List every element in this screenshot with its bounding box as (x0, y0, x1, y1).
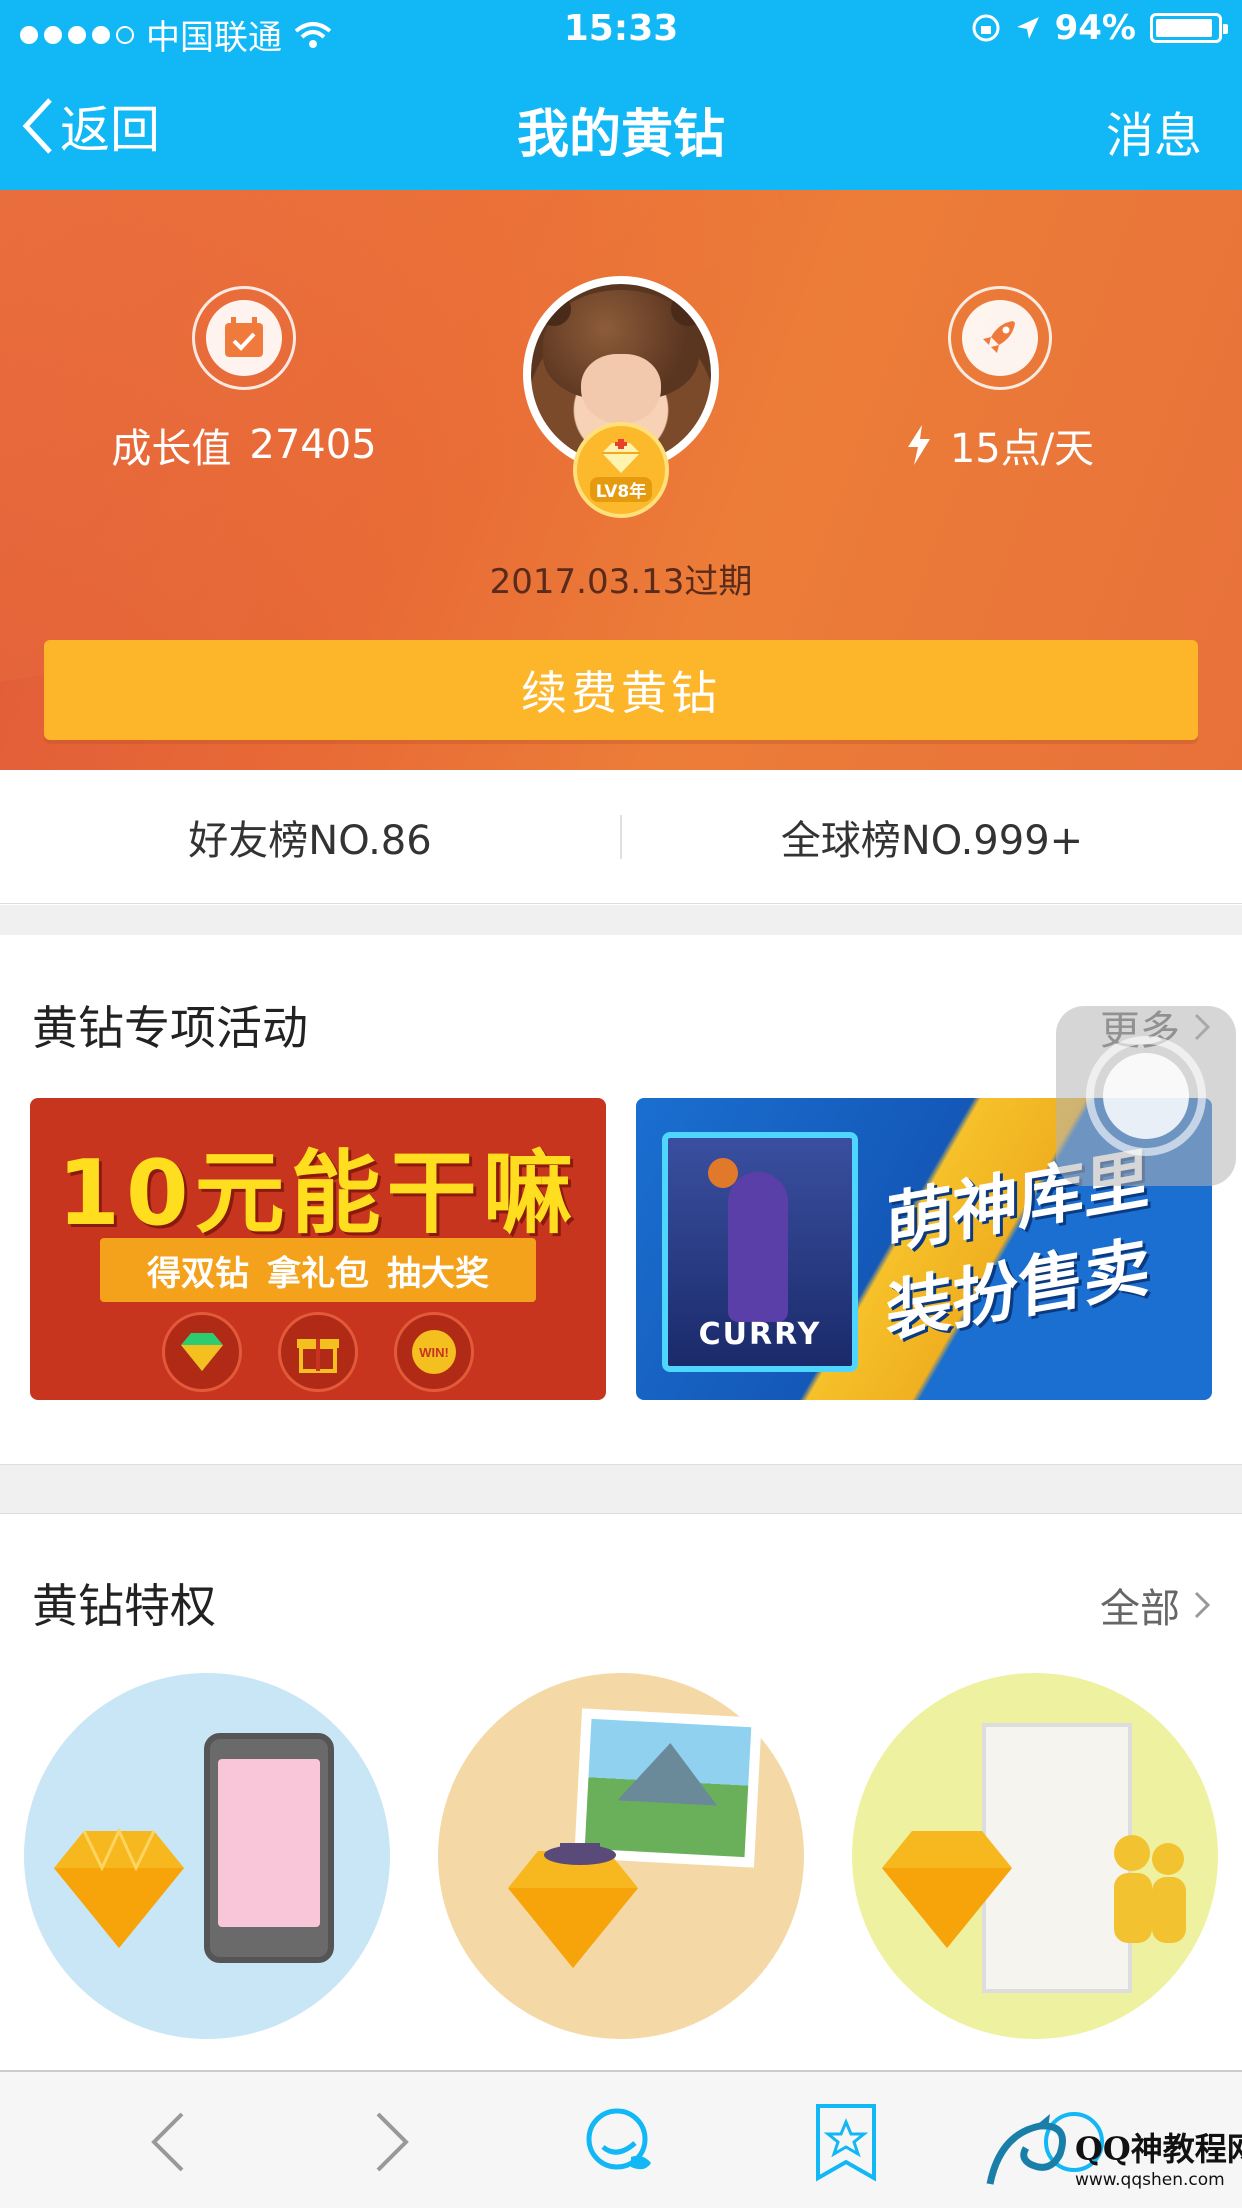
dragon-logo-icon (986, 2114, 1066, 2185)
privileges-all-link[interactable]: 全部 (1100, 1576, 1210, 1634)
banner-tag: 拿礼包 (267, 1253, 369, 1294)
privileges-title: 黄钻特权 (32, 1579, 216, 1633)
growth-stat[interactable]: 成长值 27405 (104, 286, 384, 474)
activities-title: 黄钻专项活动 (32, 1001, 308, 1055)
diamond-icon (162, 1312, 242, 1392)
privilege-photo[interactable] (438, 1673, 804, 2039)
page-title: 我的黄钻 (516, 105, 725, 165)
crowd-icon (1114, 1835, 1186, 1943)
battery-percent: 94% (1054, 8, 1136, 48)
chevron-right-icon (376, 2112, 409, 2172)
gift-icon (278, 1312, 358, 1392)
nav-bar: 返回 我的黄钻 消息 (0, 60, 1242, 190)
renew-button[interactable]: 续费黄钻 (44, 640, 1198, 740)
phone-illustration (204, 1733, 334, 1963)
all-label: 全部 (1100, 1586, 1180, 1632)
privilege-dress-up[interactable] (24, 1673, 390, 2039)
speed-label: 15点/天 (949, 426, 1095, 472)
card-name: CURRY (698, 1317, 822, 1352)
star-bookmark-icon (816, 2104, 876, 2182)
rocket-icon (983, 321, 1015, 353)
watermark: QQ神教程网 www.qqshen.com (980, 2110, 1242, 2206)
yellow-diamond-icon (508, 1843, 638, 1968)
badge-label: LV8年 (589, 476, 653, 502)
vip-hero: 成长值 27405 LV8年 15点/天 2017.03.13过期 续费黄钻 (0, 190, 1242, 770)
yellow-diamond-icon (54, 1827, 184, 1948)
browser-back-button[interactable] (128, 2102, 208, 2182)
growth-label: 成长值 (111, 426, 232, 472)
rank-row: 好友榜NO.86 全球榜NO.999+ (0, 770, 1242, 904)
qq-home-button[interactable] (580, 2102, 660, 2182)
watermark-text: QQ神教程网 (1075, 2130, 1242, 2168)
status-bar: 中国联通 15:33 94% (0, 0, 1242, 60)
speed-stat[interactable]: 15点/天 (880, 286, 1120, 474)
curry-card: CURRY (662, 1132, 858, 1372)
activity-banner-10yuan[interactable]: 10元能干嘛 得双钻 拿礼包 抽大奖 WIN! (30, 1098, 606, 1400)
friends-rank[interactable]: 好友榜NO.86 (0, 808, 620, 866)
browser-forward-button[interactable] (352, 2102, 432, 2182)
chevron-right-icon (1194, 1591, 1210, 1619)
section-divider (0, 905, 1242, 935)
yellow-diamond-icon (882, 1831, 1012, 1948)
banner-tag: 抽大奖 (387, 1253, 489, 1294)
lightning-icon (907, 425, 930, 465)
location-arrow-icon (1016, 17, 1039, 39)
assistive-touch-button[interactable] (1056, 1006, 1236, 1186)
banner-headline: 10元能干嘛 (57, 1141, 579, 1246)
favorites-button[interactable] (806, 2102, 886, 2182)
qq-chat-icon (586, 2108, 651, 2170)
privilege-entrance[interactable] (852, 1673, 1218, 2039)
banner-ribbon: 得双钻 拿礼包 抽大奖 (100, 1238, 536, 1302)
banner-tag: 得双钻 (147, 1253, 249, 1294)
win-seal-icon: WIN! (394, 1312, 474, 1392)
battery-icon (1150, 13, 1228, 43)
rotation-lock-icon (972, 14, 1000, 42)
calendar-check-icon (225, 317, 263, 357)
watermark-url: www.qqshen.com (1075, 2170, 1225, 2190)
section-divider (0, 1464, 1242, 1514)
privileges-header: 黄钻特权 全部 (0, 1550, 1242, 1640)
svg-text:WIN!: WIN! (419, 1345, 449, 1360)
global-rank[interactable]: 全球榜NO.999+ (622, 808, 1242, 866)
growth-value: 27405 (249, 422, 377, 468)
chevron-left-icon (151, 2112, 184, 2172)
messages-button[interactable]: 消息 (1106, 96, 1202, 166)
vip-level-badge: LV8年 (573, 422, 669, 518)
crown-diamond-icon (602, 438, 640, 473)
expire-date: 2017.03.13过期 (489, 562, 753, 602)
